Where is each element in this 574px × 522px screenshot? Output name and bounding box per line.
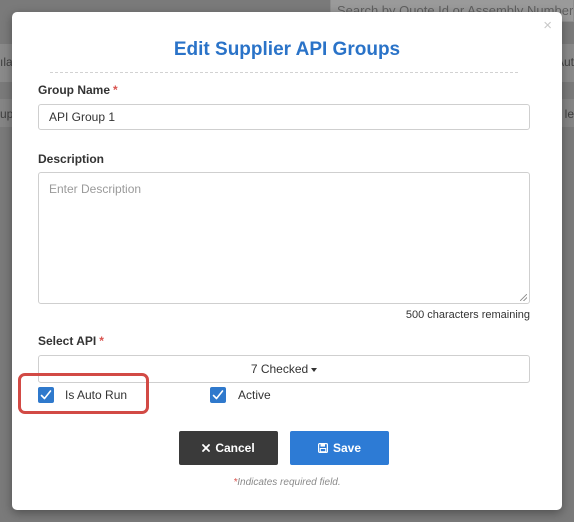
caret-down-icon — [311, 367, 318, 372]
modal-title: Edit Supplier API Groups — [173, 39, 401, 60]
x-icon — [202, 444, 211, 452]
select-api-label-text: Select API — [38, 334, 97, 348]
edit-supplier-api-groups-modal: × Edit Supplier API Groups Group Name * A… — [12, 12, 562, 510]
is-auto-run-label[interactable]: Is Auto Run — [65, 388, 127, 402]
required-field-note: *Indicates required field. — [12, 477, 562, 488]
floppy-disk-icon — [317, 443, 328, 453]
required-mark: * — [113, 83, 118, 97]
select-api-value: 7 Checked — [250, 362, 309, 376]
group-name-label-text: Group Name — [38, 83, 111, 97]
background-left-text: ıla — [0, 55, 13, 69]
required-field-note-text: Indicates required field. — [237, 477, 341, 488]
required-mark: * — [99, 334, 104, 348]
cancel-button[interactable]: Cancel — [179, 431, 278, 465]
is-auto-run-checkbox[interactable] — [38, 387, 54, 403]
save-button-label: Save — [332, 441, 362, 455]
cancel-button-label: Cancel — [215, 441, 255, 455]
characters-remaining: 500 characters remaining — [405, 309, 530, 321]
save-button[interactable]: Save — [290, 431, 389, 465]
title-divider — [50, 72, 518, 73]
background-right-text-2: le — [564, 107, 574, 121]
description-textarea[interactable]: Enter Description — [38, 172, 530, 304]
select-api-label: Select API * — [38, 334, 104, 348]
check-icon — [40, 390, 52, 400]
active-checkbox[interactable] — [210, 387, 226, 403]
group-name-input[interactable]: API Group 1 — [38, 104, 530, 130]
resize-grip-icon[interactable] — [520, 294, 527, 301]
close-icon[interactable]: × — [543, 18, 552, 33]
active-label[interactable]: Active — [238, 388, 271, 402]
description-placeholder: Enter Description — [49, 182, 142, 196]
group-name-label: Group Name * — [38, 83, 118, 97]
description-label: Description — [38, 152, 105, 166]
check-icon — [212, 390, 224, 400]
